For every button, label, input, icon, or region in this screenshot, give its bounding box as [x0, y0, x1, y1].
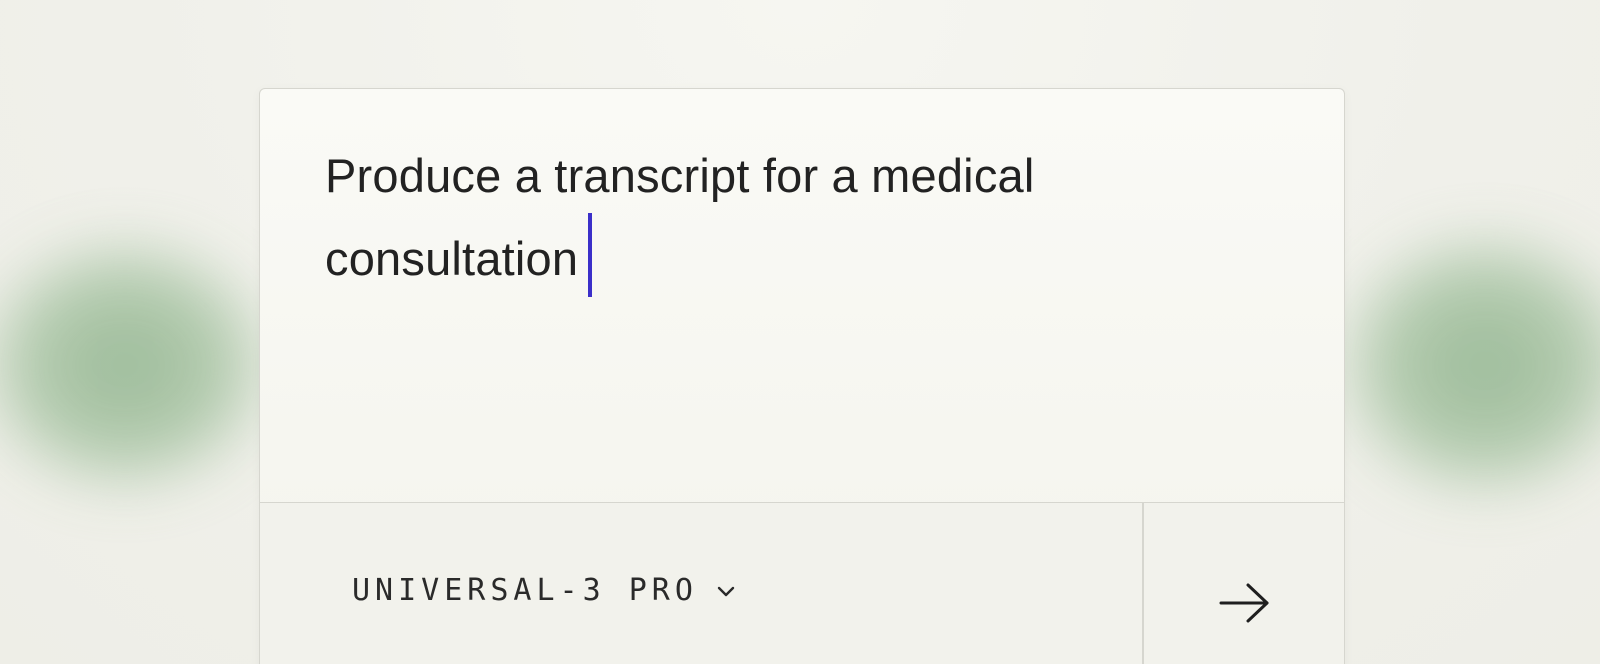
prompt-text-line-1: Produce a transcript for a medical	[325, 149, 1035, 202]
prompt-input[interactable]: Produce a transcript for a medical consu…	[325, 139, 1225, 297]
submit-button[interactable]	[1144, 503, 1346, 664]
page-background: Produce a transcript for a medical consu…	[0, 0, 1600, 664]
text-caret	[588, 213, 593, 297]
card-footer: UNIVERSAL-3 PRO	[260, 503, 1344, 664]
model-selector-label: UNIVERSAL-3 PRO	[352, 573, 698, 608]
decorative-green-blob-left	[0, 240, 270, 490]
arrow-right-icon	[1219, 583, 1269, 623]
chevron-down-icon	[712, 577, 740, 605]
model-selector-dropdown[interactable]: UNIVERSAL-3 PRO	[352, 573, 740, 608]
prompt-card: Produce a transcript for a medical consu…	[259, 88, 1345, 664]
decorative-green-blob-right	[1340, 235, 1600, 495]
prompt-text-line-2: consultation	[325, 232, 579, 285]
